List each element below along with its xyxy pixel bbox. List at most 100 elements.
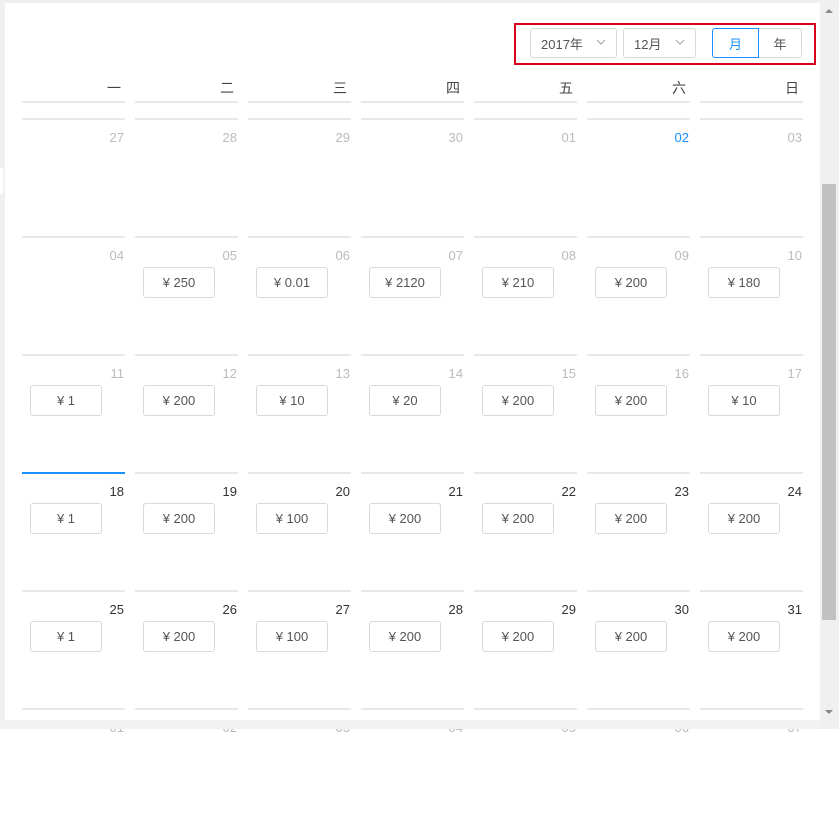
calendar-day-cell[interactable]: 14 ¥ 20 (361, 354, 464, 470)
price-tag[interactable]: ¥ 10 (708, 385, 780, 416)
weekday-label: 五 (559, 80, 573, 96)
day-number: 25 (109, 602, 124, 617)
calendar-day-cell[interactable]: 07 ¥ 2120 (361, 236, 464, 352)
calendar-day-cell[interactable]: 11 ¥ 1 (22, 354, 125, 470)
view-mode-toggle: 月 年 (712, 28, 802, 58)
day-number: 27 (109, 130, 124, 145)
calendar-day-cell[interactable]: 29 ¥ 200 (474, 590, 577, 706)
price-tag[interactable]: ¥ 0.01 (256, 267, 328, 298)
calendar-day-cell[interactable]: 29 (248, 118, 351, 234)
price-tag[interactable]: ¥ 1 (30, 385, 102, 416)
calendar-day-cell[interactable]: 27 ¥ 100 (248, 590, 351, 706)
scroll-up-arrow-icon[interactable] (822, 4, 836, 18)
day-number: 24 (787, 484, 802, 499)
calendar-day-cell[interactable]: 30 ¥ 200 (587, 590, 690, 706)
price-tag[interactable]: ¥ 200 (143, 385, 215, 416)
calendar-day-cell[interactable]: 10 ¥ 180 (700, 236, 803, 352)
price-tag[interactable]: ¥ 200 (143, 621, 215, 652)
weekday-label: 二 (220, 80, 234, 96)
day-number: 22 (561, 484, 576, 499)
price-tag[interactable]: ¥ 1 (30, 503, 102, 534)
price-tag[interactable]: ¥ 200 (143, 503, 215, 534)
calendar-day-cell[interactable]: 20 ¥ 100 (248, 472, 351, 588)
calendar-day-cell[interactable]: 31 ¥ 200 (700, 590, 803, 706)
calendar-day-cell[interactable]: 16 ¥ 200 (587, 354, 690, 470)
day-number: 06 (335, 248, 350, 263)
calendar-day-cell[interactable]: 30 (361, 118, 464, 234)
day-number: 01 (561, 130, 576, 145)
weekday-label: 一 (107, 80, 121, 96)
price-tag[interactable]: ¥ 200 (595, 621, 667, 652)
year-select[interactable]: 2017年 (530, 28, 617, 58)
price-tag[interactable]: ¥ 200 (595, 385, 667, 416)
price-tag[interactable]: ¥ 10 (256, 385, 328, 416)
calendar-day-cell[interactable]: 24 ¥ 200 (700, 472, 803, 588)
calendar-day-cell[interactable]: 18 ¥ 1 (22, 472, 125, 588)
price-tag[interactable]: ¥ 200 (708, 621, 780, 652)
price-tag[interactable]: ¥ 200 (708, 503, 780, 534)
day-number: 13 (335, 366, 350, 381)
chevron-down-icon (596, 37, 606, 47)
calendar-day-cell[interactable]: 12 ¥ 200 (135, 354, 238, 470)
weekday-label: 日 (785, 80, 799, 96)
scroll-down-arrow-icon[interactable] (822, 705, 836, 719)
month-select-label: 12月 (634, 36, 662, 52)
calendar-day-cell[interactable]: 05 ¥ 250 (135, 236, 238, 352)
weekday-divider (700, 101, 803, 103)
day-number: 18 (109, 484, 124, 499)
scrollbar-thumb[interactable] (822, 184, 836, 620)
calendar-day-cell[interactable]: 22 ¥ 200 (474, 472, 577, 588)
day-number: 26 (222, 602, 237, 617)
year-mode-button[interactable]: 年 (758, 28, 802, 58)
day-number: 14 (448, 366, 463, 381)
calendar-day-cell[interactable]: 09 ¥ 200 (587, 236, 690, 352)
day-number: 16 (674, 366, 689, 381)
price-tag[interactable]: ¥ 1 (30, 621, 102, 652)
calendar-day-cell[interactable]: 13 ¥ 10 (248, 354, 351, 470)
price-tag[interactable]: ¥ 100 (256, 621, 328, 652)
day-number: 09 (674, 248, 689, 263)
month-mode-button[interactable]: 月 (712, 28, 759, 58)
calendar-day-cell[interactable]: 02 (587, 118, 690, 234)
day-number: 20 (335, 484, 350, 499)
price-tag[interactable]: ¥ 200 (595, 503, 667, 534)
weekday-divider (22, 101, 125, 103)
price-tag[interactable]: ¥ 200 (595, 267, 667, 298)
calendar-day-cell[interactable]: 04 (22, 236, 125, 352)
day-number: 28 (448, 602, 463, 617)
top-border (0, 0, 839, 3)
left-edge-marker (0, 168, 3, 194)
price-tag[interactable]: ¥ 2120 (369, 267, 441, 298)
calendar-day-cell[interactable]: 08 ¥ 210 (474, 236, 577, 352)
day-number: 19 (222, 484, 237, 499)
calendar-day-cell[interactable]: 21 ¥ 200 (361, 472, 464, 588)
price-tag[interactable]: ¥ 200 (369, 503, 441, 534)
weekday-label: 六 (672, 80, 686, 96)
day-number: 30 (448, 130, 463, 145)
calendar-day-cell[interactable]: 27 (22, 118, 125, 234)
price-tag[interactable]: ¥ 20 (369, 385, 441, 416)
calendar-day-cell[interactable]: 25 ¥ 1 (22, 590, 125, 706)
price-tag[interactable]: ¥ 200 (482, 621, 554, 652)
calendar-day-cell[interactable]: 19 ¥ 200 (135, 472, 238, 588)
price-tag[interactable]: ¥ 200 (482, 385, 554, 416)
day-number: 02 (674, 130, 689, 145)
calendar-day-cell[interactable]: 01 (474, 118, 577, 234)
calendar-day-cell[interactable]: 26 ¥ 200 (135, 590, 238, 706)
price-tag[interactable]: ¥ 200 (369, 621, 441, 652)
calendar-day-cell[interactable]: 23 ¥ 200 (587, 472, 690, 588)
month-select[interactable]: 12月 (623, 28, 696, 58)
calendar-day-cell[interactable]: 28 (135, 118, 238, 234)
calendar-day-cell[interactable]: 06 ¥ 0.01 (248, 236, 351, 352)
day-number: 21 (448, 484, 463, 499)
price-tag[interactable]: ¥ 210 (482, 267, 554, 298)
calendar-window: 2017年 12月 月 年 一二三四五六日 27 28 29 30 01 02 03 04 05… (0, 0, 839, 735)
price-tag[interactable]: ¥ 100 (256, 503, 328, 534)
calendar-day-cell[interactable]: 03 (700, 118, 803, 234)
price-tag[interactable]: ¥ 250 (143, 267, 215, 298)
calendar-day-cell[interactable]: 28 ¥ 200 (361, 590, 464, 706)
calendar-day-cell[interactable]: 15 ¥ 200 (474, 354, 577, 470)
price-tag[interactable]: ¥ 180 (708, 267, 780, 298)
calendar-day-cell[interactable]: 17 ¥ 10 (700, 354, 803, 470)
price-tag[interactable]: ¥ 200 (482, 503, 554, 534)
